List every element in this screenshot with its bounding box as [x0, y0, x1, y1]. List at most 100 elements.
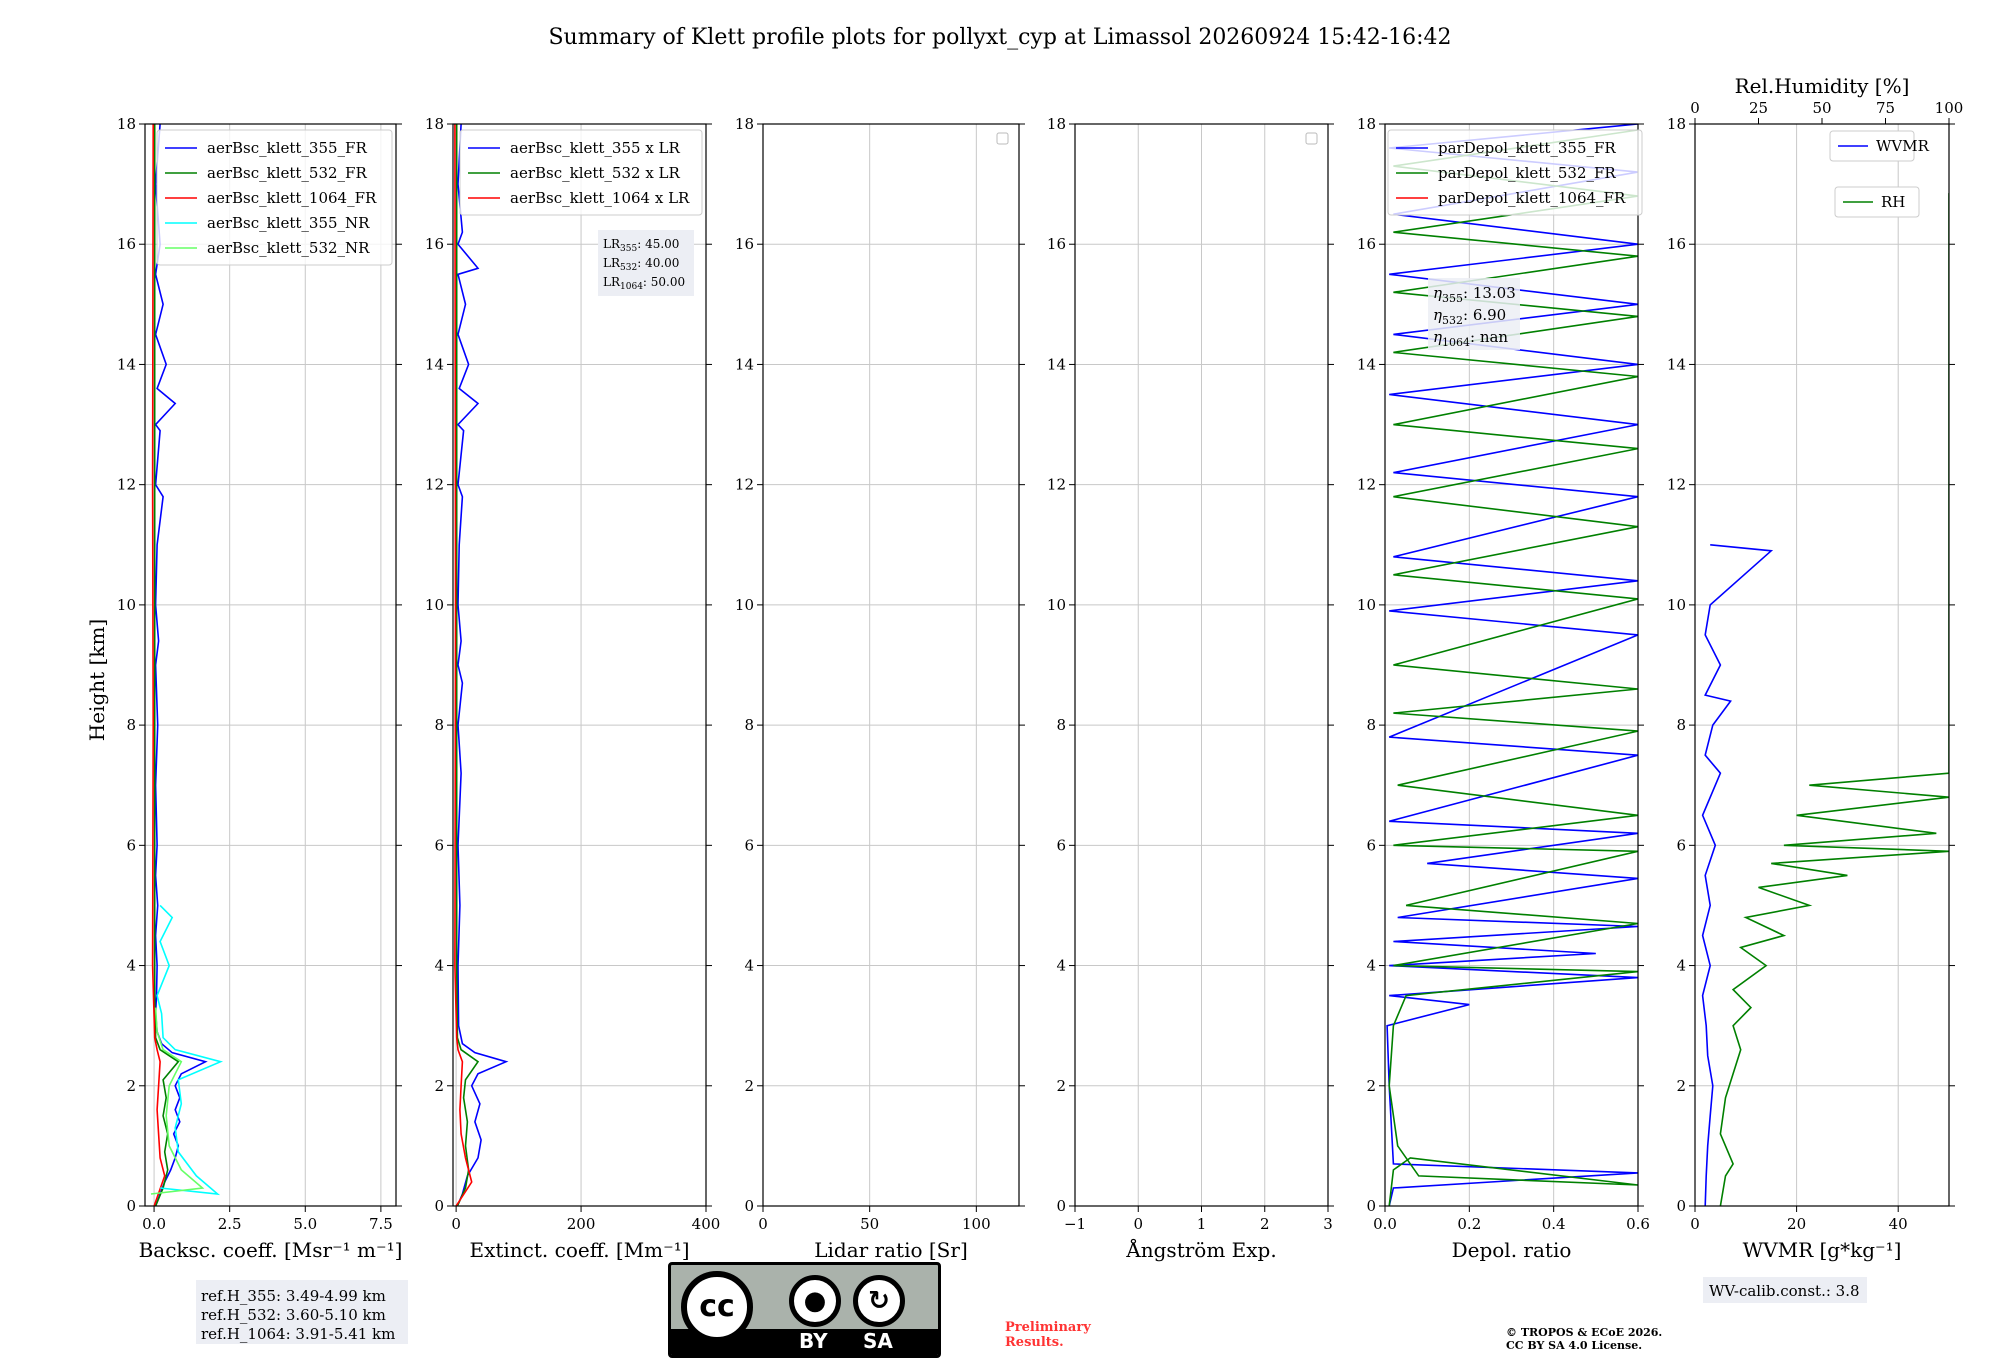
- ytick-label: 4: [1056, 957, 1066, 975]
- ytick-label: 16: [1357, 235, 1376, 253]
- wv-calib-label: WV-calib.const.: 3.8: [1709, 1282, 1860, 1300]
- series-group: [454, 124, 509, 1206]
- x2tick-label: 100: [1935, 99, 1964, 117]
- legend-label: aerBsc_klett_1064 x LR: [510, 189, 690, 207]
- x2tick-label: 50: [1812, 99, 1831, 117]
- ytick-label: 12: [1357, 476, 1376, 494]
- xtick-label: 0.6: [1626, 1215, 1650, 1233]
- ytick-label: 14: [735, 355, 754, 373]
- xtick-label: 20: [1787, 1215, 1806, 1233]
- ytick-label: 0: [1676, 1197, 1686, 1215]
- legend-label: parDepol_klett_355_FR: [1438, 139, 1616, 157]
- xtick-label: 50: [860, 1215, 879, 1233]
- x-axis-label: Ångström Exp.: [1125, 1237, 1276, 1262]
- ytick-label: 18: [1047, 115, 1066, 133]
- ytick-label: 12: [425, 476, 444, 494]
- xtick-label: 2.5: [218, 1215, 242, 1233]
- ytick-label: 14: [1357, 355, 1376, 373]
- ytick-label: 12: [1667, 476, 1686, 494]
- xtick-label: 100: [962, 1215, 991, 1233]
- lr-prefix: LR: [603, 237, 621, 251]
- grid: [145, 123, 396, 1207]
- grid: [762, 123, 1019, 1207]
- grid: [1074, 123, 1329, 1207]
- x2tick-label: 25: [1749, 99, 1768, 117]
- ytick-label: 8: [126, 716, 136, 734]
- eta-subscript: 532: [1442, 314, 1463, 327]
- ytick-label: 6: [1366, 836, 1376, 854]
- ytick-label: 18: [425, 115, 444, 133]
- panel-lidar-ratio: 0 2 4 6 8 10 12 14 16 18 0 50 100 Lidar ratio [Sr]: [735, 115, 1025, 1262]
- preliminary-label-2: Results.: [1005, 1335, 1064, 1350]
- eta-symbol: η: [1433, 328, 1442, 346]
- xtick-label: 0: [451, 1215, 461, 1233]
- series-aerBsc_klett_355 x LR: [456, 124, 509, 1206]
- ytick-label: 0: [744, 1197, 754, 1215]
- ytick-label: 8: [744, 716, 754, 734]
- xtick-label: 0.4: [1542, 1215, 1566, 1233]
- legend-label: aerBsc_klett_532_NR: [207, 239, 370, 257]
- x-axis-label: Backsc. coeff. [Msr⁻¹ m⁻¹]: [139, 1238, 403, 1262]
- x-axis-label: WVMR [g*kg⁻¹]: [1743, 1238, 1902, 1262]
- legend-label: WVMR: [1876, 137, 1930, 155]
- ytick-label: 4: [434, 957, 444, 975]
- ytick-label: 2: [1056, 1077, 1066, 1095]
- xtick-label: 0: [1133, 1215, 1143, 1233]
- ytick-label: 18: [117, 115, 136, 133]
- ytick-label: 8: [1056, 716, 1066, 734]
- legend: parDepol_klett_355_FR parDepol_klett_532_…: [1387, 129, 1643, 216]
- xtick-label: 0.0: [142, 1215, 166, 1233]
- legend: aerBsc_klett_355_FR aerBsc_klett_532_FRae…: [156, 129, 393, 266]
- xtick-label: 0.0: [1373, 1215, 1397, 1233]
- ytick-label: 14: [1667, 355, 1686, 373]
- lr-value: 45.00: [645, 237, 679, 251]
- ref-height-355: ref.H_355: 3.49-4.99 km: [201, 1287, 386, 1305]
- x-axis-label: Depol. ratio: [1452, 1238, 1572, 1262]
- lr-value: 50.00: [651, 275, 685, 289]
- legend-label: parDepol_klett_1064_FR: [1438, 189, 1626, 207]
- x-axis-label: Lidar ratio [Sr]: [814, 1238, 968, 1262]
- lr-subscript: 355: [620, 244, 637, 254]
- lr-prefix: LR: [603, 275, 621, 289]
- ytick-label: 4: [1366, 957, 1376, 975]
- ytick-label: 14: [117, 355, 136, 373]
- panel-backscatter: 0 2 4 6 8 10 12 14 16 18 0.0 2.5 5.0 7.5 Backsc. coeff…: [117, 115, 402, 1262]
- legend-label: RH: [1881, 193, 1905, 211]
- ytick-label: 4: [126, 957, 136, 975]
- cc-by-label: BY: [799, 1329, 828, 1353]
- ytick-label: 4: [744, 957, 754, 975]
- x2tick-label: 75: [1876, 99, 1895, 117]
- xtick-label: 5.0: [293, 1215, 317, 1233]
- xtick-label: 0.2: [1457, 1215, 1481, 1233]
- series-group: [150, 124, 224, 1206]
- ref-height-532: ref.H_532: 3.60-5.10 km: [201, 1306, 386, 1324]
- ytick-label: 18: [1357, 115, 1376, 133]
- ytick-label: 0: [1366, 1197, 1376, 1215]
- ytick-label: 16: [117, 235, 136, 253]
- ytick-label: 18: [1667, 115, 1686, 133]
- eta-colon: :: [1463, 306, 1473, 324]
- eta-value: nan: [1480, 328, 1509, 346]
- ytick-label: 8: [1366, 716, 1376, 734]
- legend-label: aerBsc_klett_532_FR: [207, 164, 367, 182]
- ytick-label: 16: [1667, 235, 1686, 253]
- ytick-label: 10: [735, 596, 754, 614]
- xtick-label: 200: [567, 1215, 596, 1233]
- eta-colon: :: [1463, 284, 1473, 302]
- ytick-label: 10: [1357, 596, 1376, 614]
- lr-value: 40.00: [645, 256, 679, 270]
- ytick-label: 8: [1676, 716, 1686, 734]
- eta-symbol: η: [1433, 306, 1442, 324]
- share-alike-icon: ↻: [853, 1275, 905, 1327]
- ytick-label: 10: [425, 596, 444, 614]
- ytick-label: 16: [425, 235, 444, 253]
- series-group: [1701, 193, 1949, 1206]
- ytick-label: 10: [117, 596, 136, 614]
- attribution-person-icon: ●: [789, 1275, 841, 1327]
- xtick-label: 400: [692, 1215, 721, 1233]
- panel-angstrom: 024681012141618−1 0 1 2 3Ångström Exp.: [1047, 115, 1334, 1262]
- preliminary-label-1: Preliminary: [1005, 1320, 1091, 1335]
- series-aerBsc_klett_355_NR: [156, 904, 224, 1196]
- x-axis-label: Extinct. coeff. [Mm⁻¹]: [469, 1238, 689, 1262]
- ytick-label: 16: [735, 235, 754, 253]
